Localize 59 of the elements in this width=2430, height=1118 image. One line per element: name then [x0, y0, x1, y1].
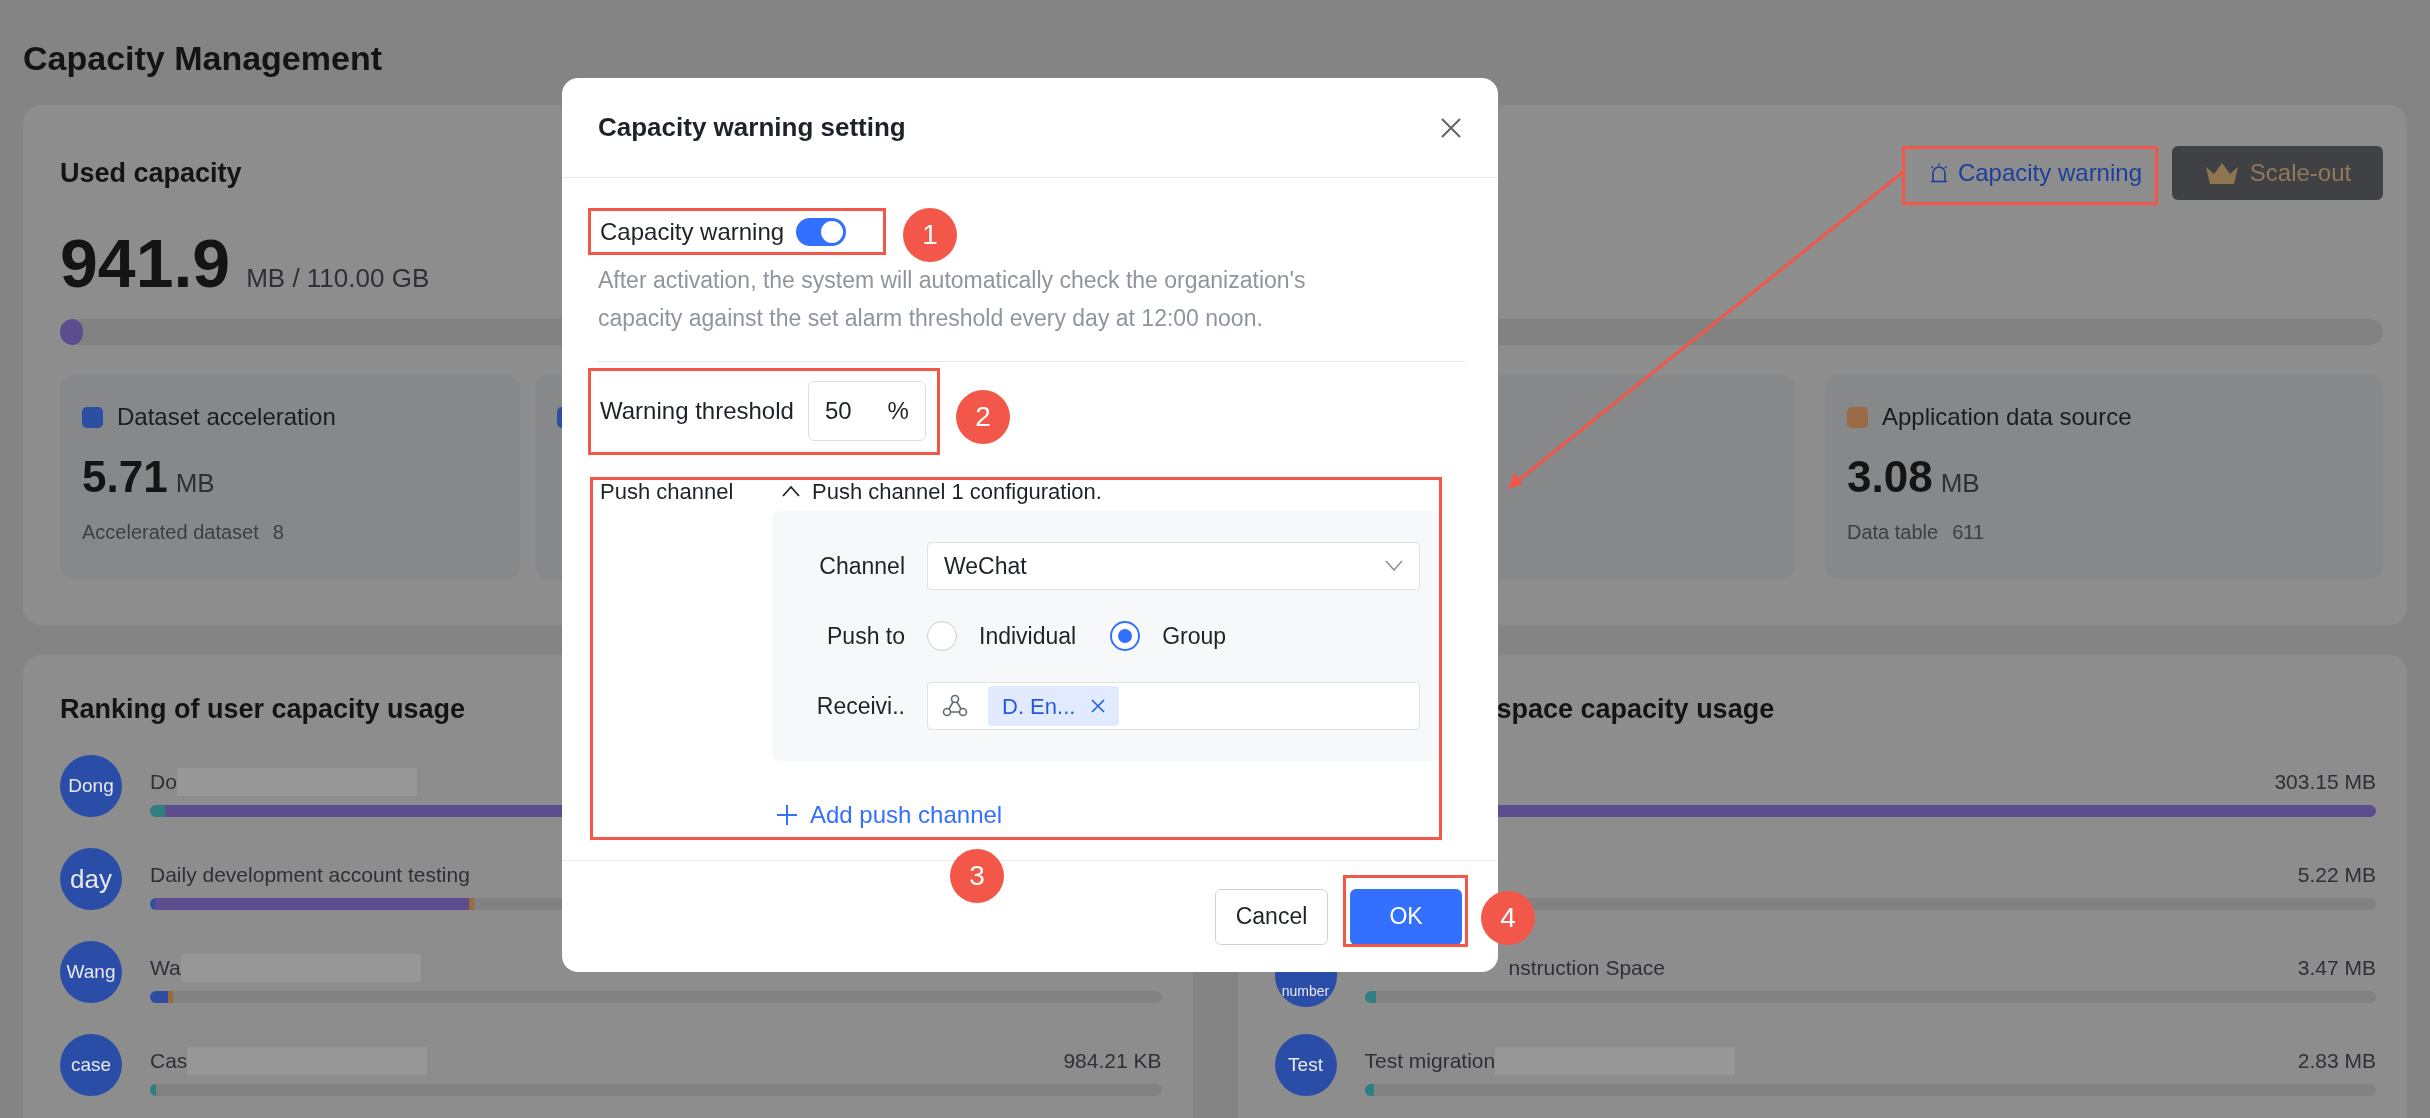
user-avatar: case: [60, 1034, 122, 1096]
field-label: Receivi..: [815, 691, 905, 721]
stat-caption: Accelerated dataset: [82, 520, 259, 545]
stat-caption: Data table: [1847, 520, 1939, 545]
add-channel-button[interactable]: Add push channel: [776, 797, 1003, 833]
webhook-icon: [942, 694, 968, 718]
stat-label: Application data source: [1882, 402, 2132, 432]
radio-option[interactable]: Individual: [927, 618, 1077, 654]
stat-count: 8: [272, 520, 284, 545]
ok-button[interactable]: OK: [1350, 888, 1462, 945]
plus-icon: [776, 804, 798, 826]
warning-toggle[interactable]: [796, 217, 847, 246]
field-label: Push to: [826, 621, 905, 651]
user-avatar: Test: [1274, 1034, 1337, 1096]
stat-value: 5.71: [82, 451, 168, 503]
close-icon[interactable]: [1440, 116, 1462, 139]
row-name: Daily development account testing: [150, 862, 470, 889]
field-label: Push channel: [599, 478, 735, 506]
card-title: Used capacity: [60, 156, 242, 190]
user-avatar: Wang: [60, 941, 122, 1003]
card-title: space capacity usage: [1496, 693, 1775, 726]
row-value: 303.15 MB: [2274, 769, 2376, 796]
scale-out-button[interactable]: Scale-out: [2172, 146, 2383, 200]
page-title: Capacity Management: [23, 38, 382, 79]
row-name: Cas: [150, 1048, 188, 1075]
chevron-up-icon[interactable]: [782, 485, 800, 497]
stat-label: Dataset acceleration: [117, 402, 336, 432]
row-name: Test migration: [1364, 1048, 1496, 1075]
used-value: 941.9: [60, 224, 231, 303]
row-name: nstruction Space: [1508, 955, 1665, 982]
chevron-down-icon: [1385, 560, 1403, 572]
user-avatar: Dong: [60, 755, 122, 817]
remove-icon[interactable]: [1091, 699, 1106, 713]
stat-count: 611: [1952, 520, 1985, 545]
row-value: 984.21 KB: [1063, 1048, 1162, 1075]
row-value: 5.22 MB: [2297, 862, 2376, 889]
row-value: 3.47 MB: [2297, 955, 2376, 982]
stat-value: 3.08: [1847, 451, 1933, 503]
dialog-title: Capacity warning setting: [598, 111, 906, 144]
field-label: Channel: [818, 551, 905, 581]
stat-unit: MB: [175, 467, 215, 500]
toggle-label: Capacity warning: [600, 216, 785, 247]
capacity-unit: MB / 110.00 GB: [246, 262, 430, 295]
description-text: After activation, the system will automatically check the organization's capacity against the set alarm threshold every day at 12:00 noon.: [598, 266, 1307, 333]
stat-unit: MB: [1940, 467, 1980, 500]
receiver-tag[interactable]: D. En...: [988, 686, 1120, 726]
card-title: Ranking of user capacity usage: [60, 693, 466, 726]
row-name: Do: [150, 769, 177, 796]
row-name: Wa: [150, 955, 181, 982]
cancel-button[interactable]: Cancel: [1215, 888, 1328, 945]
radio-option[interactable]: Group: [1110, 618, 1227, 654]
user-avatar: day: [60, 848, 122, 910]
row-value: 2.83 MB: [2297, 1048, 2376, 1075]
group-title: Push channel 1 configuration.: [812, 477, 1102, 506]
receiver-field[interactable]: D. En...: [927, 682, 1420, 730]
field-label: Warning threshold: [600, 396, 794, 426]
threshold-input[interactable]: 50 %: [807, 381, 926, 441]
channel-select[interactable]: WeChat: [927, 542, 1420, 590]
capacity-warning-link[interactable]: Capacity warning: [1913, 147, 2156, 199]
